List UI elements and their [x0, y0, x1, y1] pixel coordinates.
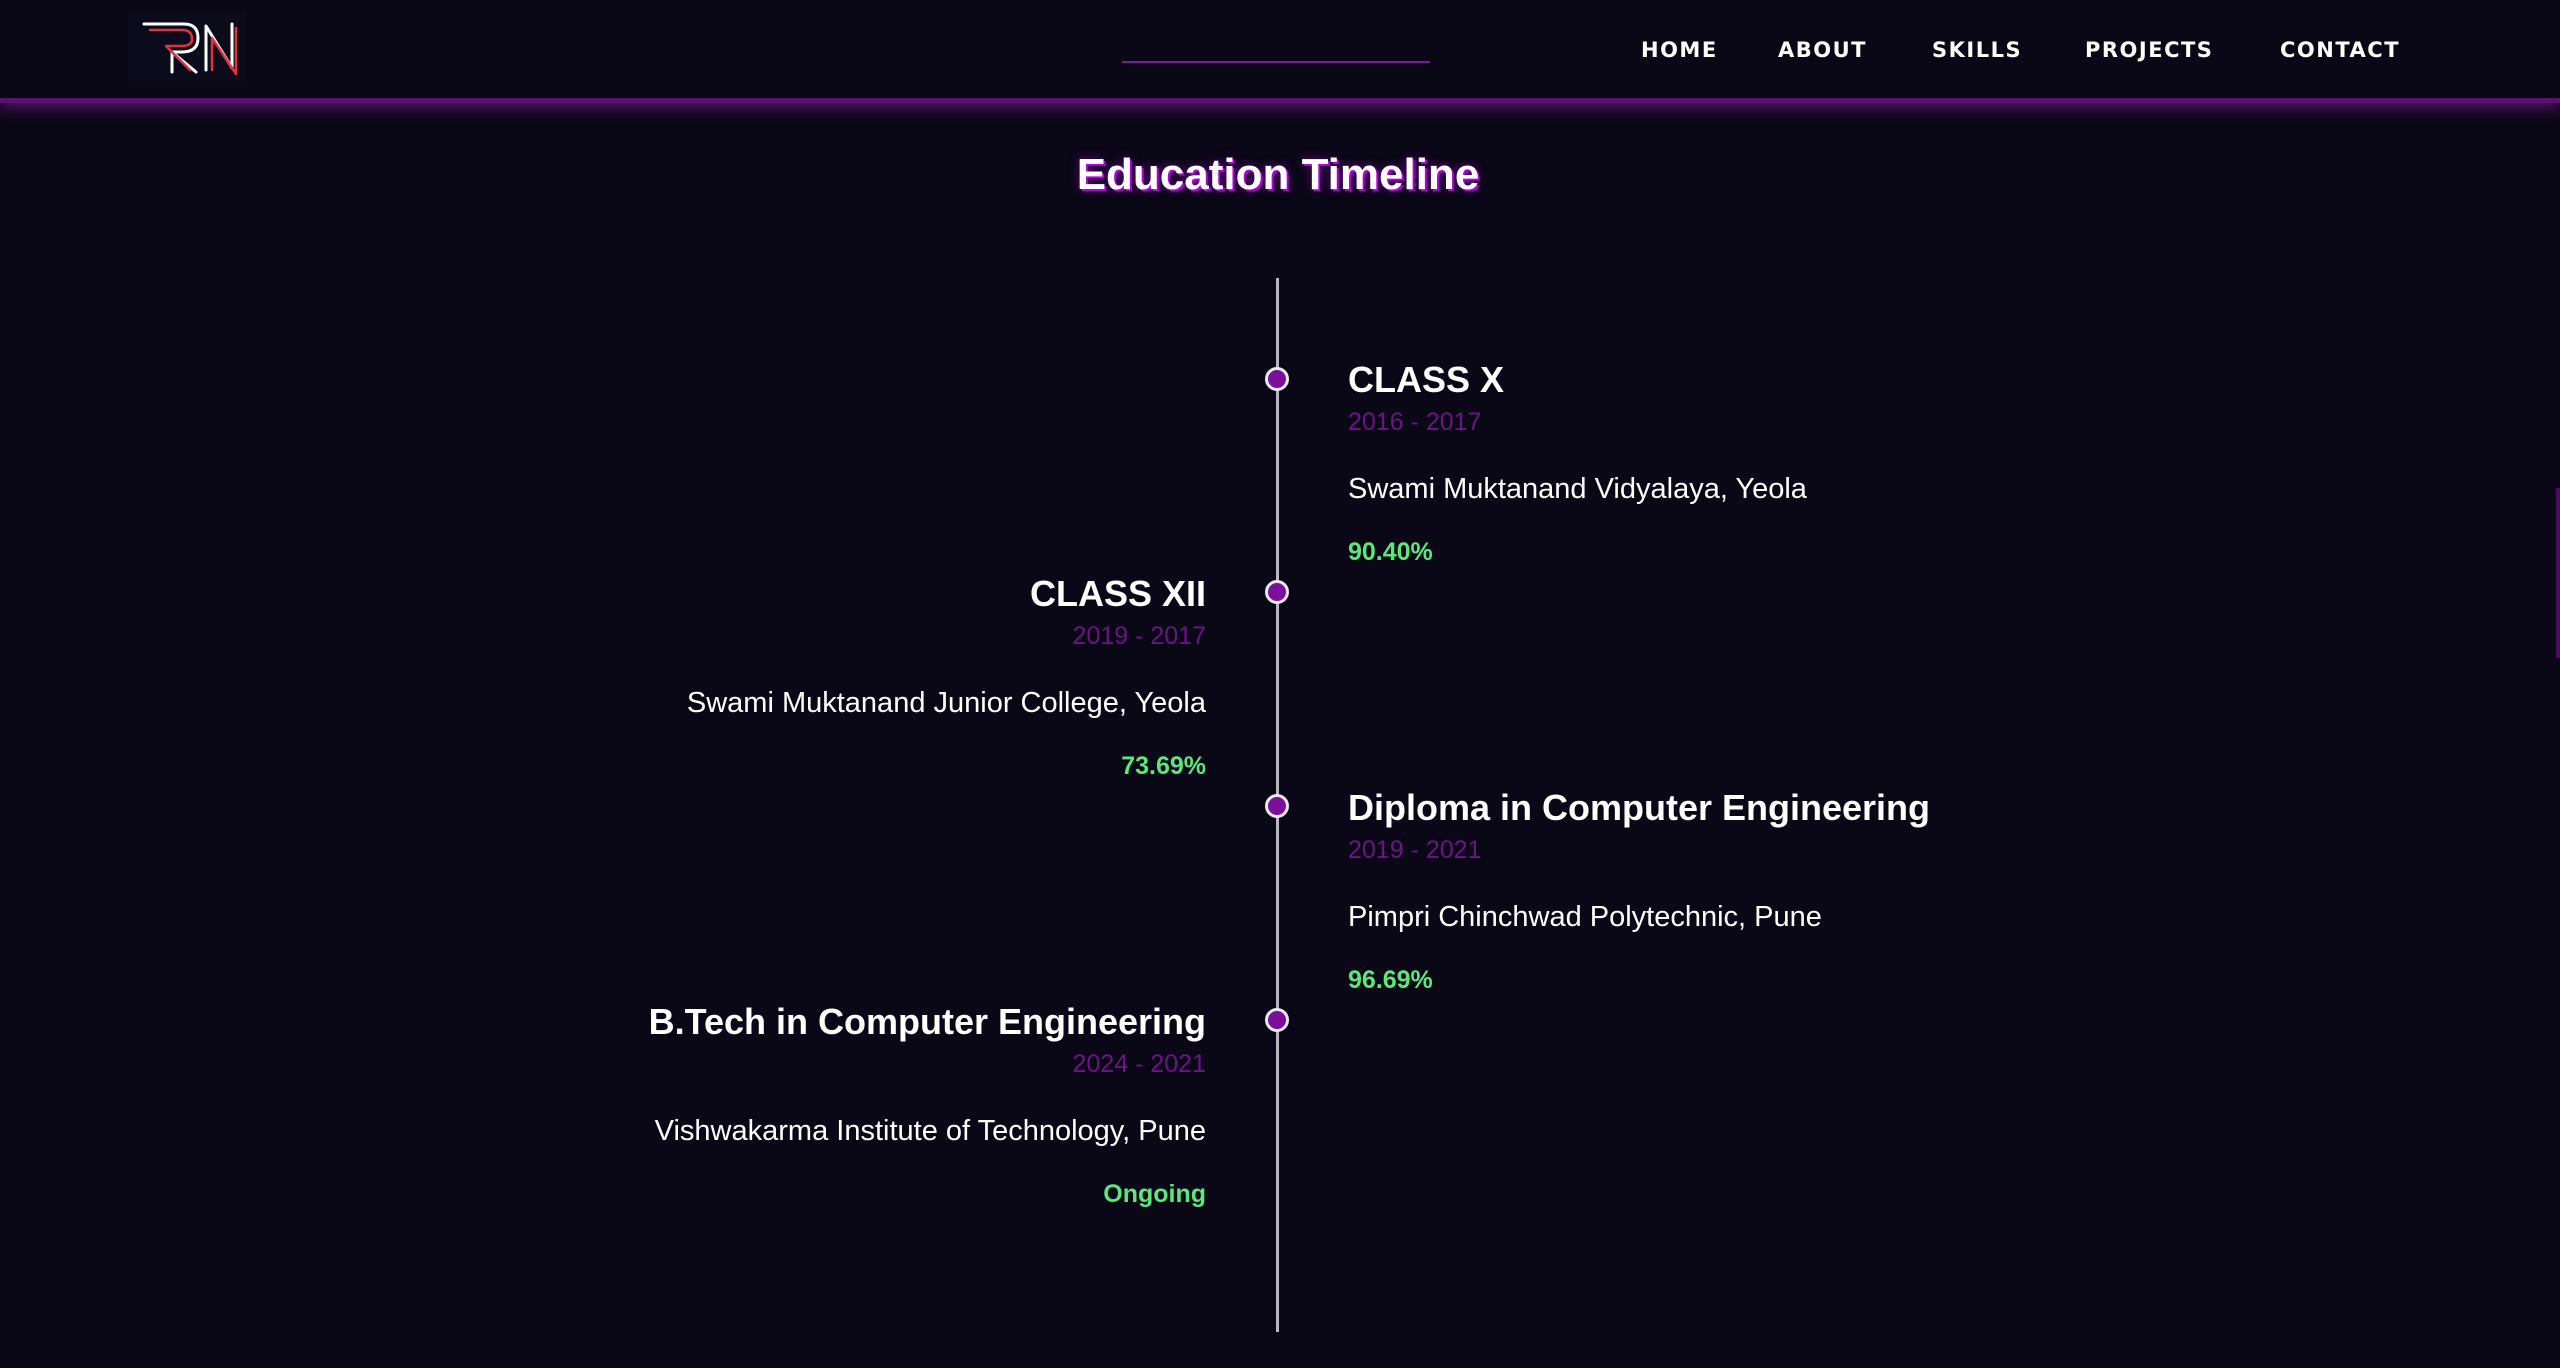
- entry-school: Pimpri Chinchwad Polytechnic, Pune: [1348, 901, 1822, 933]
- entry-years: 2024 - 2021: [1072, 1050, 1206, 1078]
- entry-years: 2019 - 2021: [1348, 836, 1482, 864]
- entry-score: 96.69%: [1348, 966, 1433, 994]
- entry-title: CLASS X: [1348, 359, 1505, 400]
- nav-link-projects[interactable]: PROJECTS: [2085, 38, 2213, 62]
- entry-years: 2016 - 2017: [1348, 408, 1482, 436]
- nav-link-home[interactable]: HOME: [1641, 38, 1718, 62]
- section-title: Education Timeline: [1076, 150, 1480, 199]
- entry-title: Diploma in Computer Engineering: [1348, 787, 1931, 828]
- timeline-dot: [1265, 367, 1289, 391]
- navbar: HOME ABOUT SKILLS PROJECTS CONTACT: [0, 0, 2560, 103]
- entry-score: 73.69%: [1121, 752, 1206, 780]
- timeline-entry: CLASS XII 2019 - 2017 Swami Muktanand Ju…: [566, 576, 1206, 779]
- nav-link-contact[interactable]: CONTACT: [2280, 38, 2400, 62]
- timeline-dot: [1265, 580, 1289, 604]
- entry-years: 2019 - 2017: [1072, 622, 1206, 650]
- entry-title: B.Tech in Computer Engineering: [648, 1001, 1206, 1042]
- timeline-dot: [1265, 1008, 1289, 1032]
- timeline-dot: [1265, 794, 1289, 818]
- entry-school: Vishwakarma Institute of Technology, Pun…: [654, 1115, 1206, 1147]
- entry-title: CLASS XII: [1029, 573, 1206, 614]
- nav-link-skills[interactable]: SKILLS: [1932, 38, 2022, 62]
- timeline-entry: B.Tech in Computer Engineering 2024 - 20…: [566, 1004, 1206, 1207]
- entry-school: Swami Muktanand Junior College, Yeola: [686, 687, 1206, 719]
- entry-school: Swami Muktanand Vidyalaya, Yeola: [1348, 473, 1807, 505]
- scrollbar-thumb[interactable]: [2556, 488, 2560, 658]
- entry-score: Ongoing: [1103, 1180, 1206, 1208]
- entry-score: 90.40%: [1348, 538, 1433, 566]
- timeline-entry: CLASS X 2016 - 2017 Swami Muktanand Vidy…: [1348, 362, 1988, 565]
- nav-link-about[interactable]: ABOUT: [1778, 38, 1867, 62]
- nav-links: HOME ABOUT SKILLS PROJECTS CONTACT: [0, 38, 2560, 64]
- timeline-entry: Diploma in Computer Engineering 2019 - 2…: [1348, 790, 1988, 993]
